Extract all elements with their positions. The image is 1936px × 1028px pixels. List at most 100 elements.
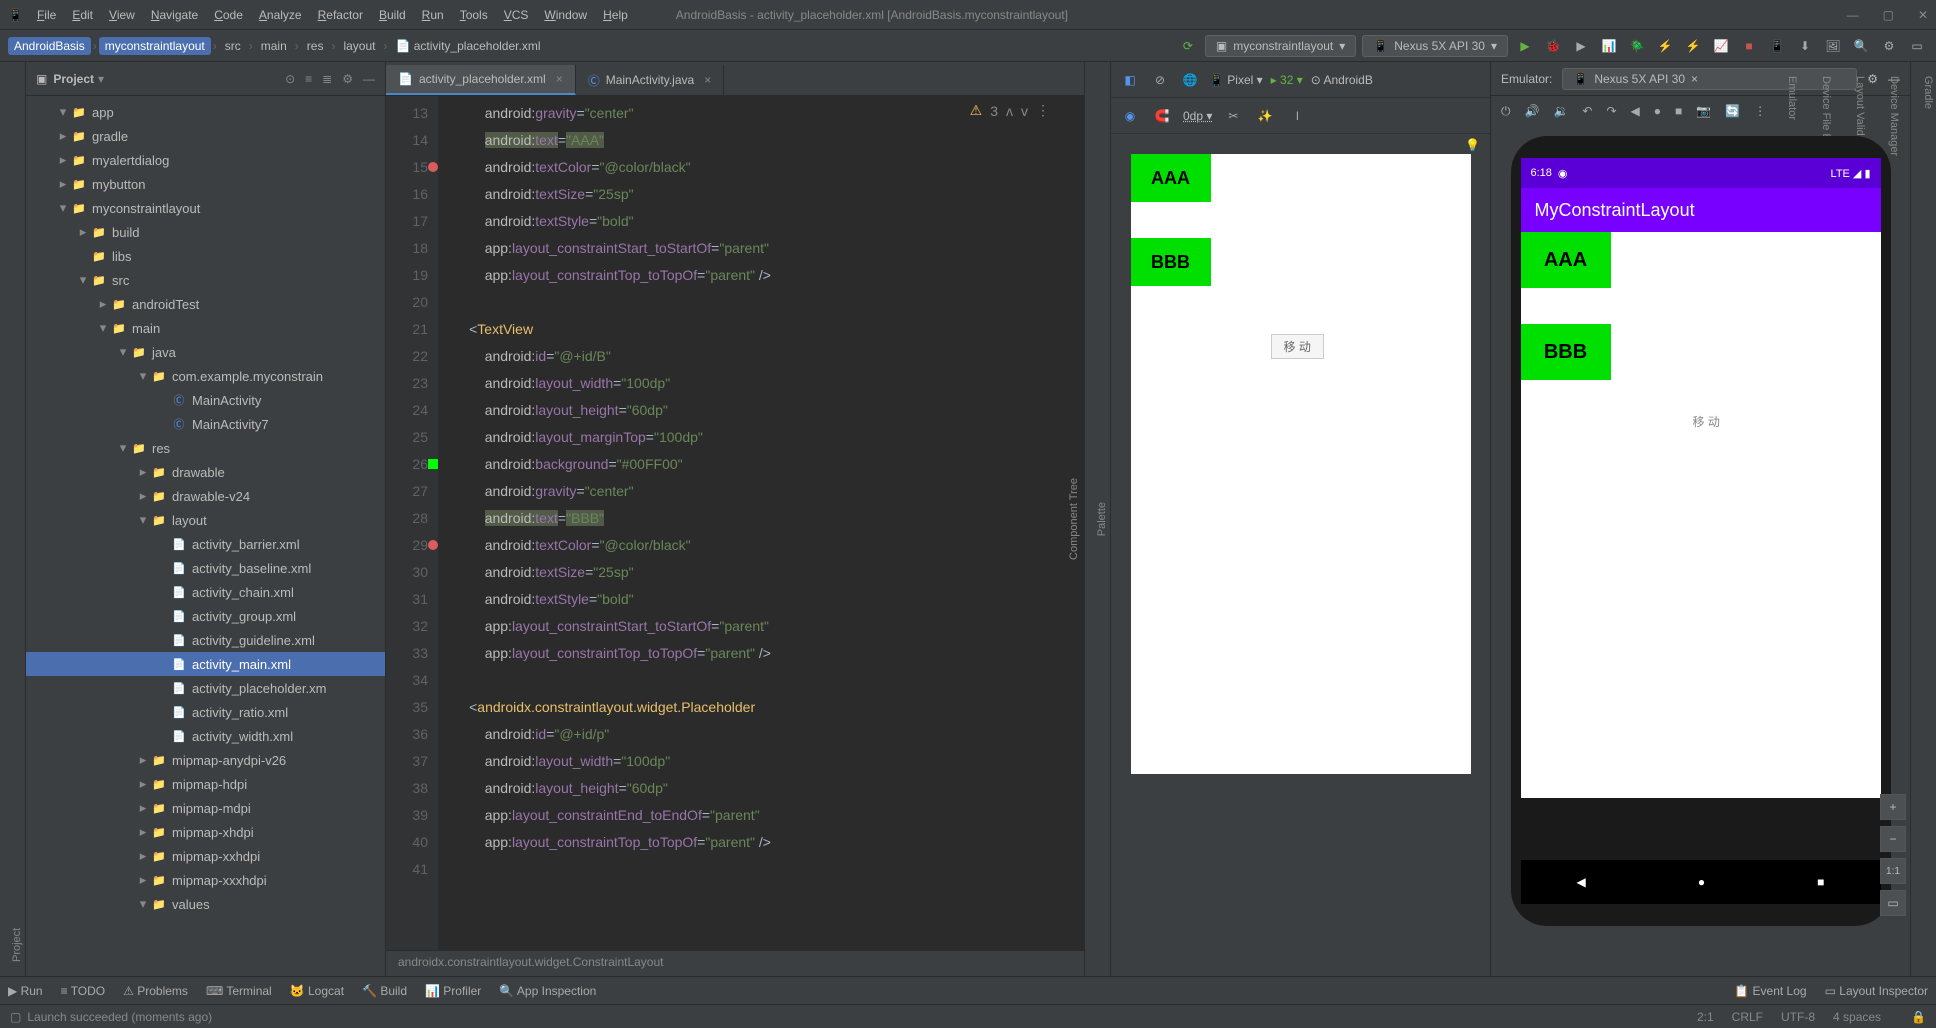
tree-node[interactable]: 📁libs (26, 244, 385, 268)
tool-tab-project[interactable]: Project (9, 70, 25, 968)
search-icon[interactable]: 🔍 (1850, 35, 1872, 57)
tree-node[interactable]: ▸📁mipmap-xxhdpi (26, 844, 385, 868)
status-item[interactable]: UTF-8 (1781, 1010, 1815, 1024)
magnet-icon[interactable]: 🧲 (1151, 105, 1173, 127)
rotate-left-icon[interactable]: ↶ (1582, 104, 1592, 118)
editor-tab[interactable]: ⒸMainActivity.java× (576, 65, 725, 95)
textview-a[interactable]: AAA (1131, 154, 1211, 202)
tree-node[interactable]: ▸📁mipmap-hdpi (26, 772, 385, 796)
android-profiler-icon[interactable]: 📈 (1710, 35, 1732, 57)
maximize-button[interactable]: ▢ (1883, 8, 1894, 22)
device-combo[interactable]: 📱 Nexus 5X API 30 ▾ (1362, 35, 1508, 57)
tree-node[interactable]: 📄activity_ratio.xml (26, 700, 385, 724)
bottom-tab-logcat[interactable]: 🐱 Logcat (290, 984, 344, 998)
volume-up-icon[interactable]: 🔊 (1525, 104, 1540, 118)
sdk-button[interactable]: ⬇ (1794, 35, 1816, 57)
status-item[interactable]: CRLF (1732, 1010, 1763, 1024)
close-tab-icon[interactable]: × (704, 73, 711, 87)
menu-window[interactable]: Window (536, 5, 595, 25)
menu-run[interactable]: Run (414, 5, 452, 25)
bottom-tab-build[interactable]: 🔨 Build (362, 984, 407, 998)
apply-changes-button[interactable]: ⚡ (1654, 35, 1676, 57)
close-button[interactable]: ✕ (1918, 8, 1928, 22)
menu-help[interactable]: Help (595, 5, 636, 25)
screenshot-icon[interactable]: 📷 (1696, 104, 1711, 118)
menu-navigate[interactable]: Navigate (143, 5, 206, 25)
nav-recent-icon[interactable]: ■ (1817, 875, 1824, 889)
tree-node[interactable]: ⒸMainActivity7 (26, 412, 385, 436)
stop-button[interactable]: ■ (1738, 35, 1760, 57)
settings-icon[interactable]: ⚙ (342, 72, 353, 86)
tree-node[interactable]: ▾📁layout (26, 508, 385, 532)
bottom-tab-todo[interactable]: ≡ TODO (61, 984, 106, 998)
phone-move-button[interactable]: 移 动 (1681, 410, 1732, 433)
nav-back-icon[interactable]: ◀ (1577, 875, 1586, 889)
tree-node[interactable]: ▾📁java (26, 340, 385, 364)
bottom-tab-profiler[interactable]: 📊 Profiler (425, 984, 481, 998)
menu-analyze[interactable]: Analyze (251, 5, 310, 25)
tool-tab-gradle[interactable]: Gradle (1920, 70, 1936, 968)
menu-vcs[interactable]: VCS (496, 5, 537, 25)
attach-button[interactable]: 🪲 (1626, 35, 1648, 57)
tree-node[interactable]: ▸📁mybutton (26, 172, 385, 196)
theme-picker[interactable]: ⊙ AndroidB (1311, 73, 1373, 87)
minimize-button[interactable]: — (1847, 8, 1859, 22)
blueprint-mode-icon[interactable]: ⊘ (1149, 69, 1171, 91)
editor-lines[interactable]: android:gravity="center" android:text="A… (438, 96, 1084, 950)
back-icon[interactable]: ◀ (1631, 104, 1640, 118)
tree-node[interactable]: ▾📁values (26, 892, 385, 916)
prev-highlight-icon[interactable]: ʌ (1006, 103, 1013, 119)
device-picker[interactable]: 📱 Pixel ▾ (1209, 73, 1263, 87)
tree-node[interactable]: 📄activity_main.xml (26, 652, 385, 676)
orientation-icon[interactable]: 🌐 (1179, 69, 1201, 91)
avd-button[interactable]: 📱 (1766, 35, 1788, 57)
sync-icon[interactable]: ⟳ (1177, 35, 1199, 57)
debug-button[interactable]: 🐞 (1542, 35, 1564, 57)
design-surface[interactable]: AAA BBB 移 动 (1131, 154, 1471, 774)
phone-textview-b[interactable]: BBB (1521, 324, 1611, 380)
more-icon[interactable]: ⋮ (1754, 104, 1766, 118)
menu-edit[interactable]: Edit (64, 5, 101, 25)
status-item[interactable]: 2:1 (1697, 1010, 1714, 1024)
bottom-tab-terminal[interactable]: ⌨ Terminal (206, 984, 272, 998)
tree-node[interactable]: 📄activity_width.xml (26, 724, 385, 748)
menu-view[interactable]: View (101, 5, 143, 25)
hide-icon[interactable]: — (363, 72, 375, 86)
apply-code-button[interactable]: ⚡ (1682, 35, 1704, 57)
status-item[interactable]: 4 spaces (1833, 1010, 1881, 1024)
bottom-tab-run[interactable]: ▶ Run (8, 984, 43, 998)
tree-node[interactable]: ▸📁build (26, 220, 385, 244)
run-config-combo[interactable]: ▣ myconstraintlayout ▾ (1205, 35, 1356, 57)
tree-node[interactable]: ▾📁res (26, 436, 385, 460)
coverage-button[interactable]: ▶ (1570, 35, 1592, 57)
phone-textview-a[interactable]: AAA (1521, 232, 1611, 288)
design-tab-component-tree[interactable]: Component Tree (1066, 472, 1082, 566)
close-tab-icon[interactable]: × (556, 72, 563, 86)
bottom-tab-problems[interactable]: ⚠ Problems (123, 984, 188, 998)
bottom-tab-event-log[interactable]: 📋 Event Log (1734, 984, 1806, 998)
lock-icon[interactable]: 🔒 (1911, 1010, 1926, 1024)
breadcrumb-item[interactable]: myconstraintlayout (99, 37, 211, 55)
menu-file[interactable]: File (29, 5, 64, 25)
infer-constraints-icon[interactable]: ✨ (1254, 105, 1276, 127)
breadcrumb-bar[interactable]: androidx.constraintlayout.widget.Constra… (386, 950, 1084, 976)
tree-node[interactable]: ▸📁drawable (26, 460, 385, 484)
menu-refactor[interactable]: Refactor (310, 5, 371, 25)
emulator-settings-icon[interactable]: ⚙ (1867, 72, 1878, 86)
tree-node[interactable]: ⒸMainActivity (26, 388, 385, 412)
whats-new-icon[interactable]: ▭ (1906, 35, 1928, 57)
default-margin[interactable]: 0dp ▾ (1183, 109, 1212, 123)
tree-node[interactable]: ▾📁app (26, 100, 385, 124)
tree-node[interactable]: ▸📁myalertdialog (26, 148, 385, 172)
api-picker[interactable]: ▸ 32 ▾ (1271, 73, 1303, 87)
menu-build[interactable]: Build (371, 5, 414, 25)
pan-icon[interactable]: 💡 (1465, 138, 1480, 152)
textview-b[interactable]: BBB (1131, 238, 1211, 286)
tree-node[interactable]: ▸📁drawable-v24 (26, 484, 385, 508)
resource-button[interactable]: 🖼 (1822, 35, 1844, 57)
inspection-widget[interactable]: ⚠ 3 ʌ v ⋮ (970, 102, 1050, 119)
phone-screen[interactable]: 6:18 ◉ LTE ◢ ▮ MyConstraintLayout AAA BB… (1521, 158, 1881, 798)
design-tab-palette[interactable]: Palette (1094, 496, 1110, 542)
editor-tab[interactable]: 📄activity_placeholder.xml× (386, 65, 576, 95)
home-icon[interactable]: ● (1654, 104, 1661, 118)
